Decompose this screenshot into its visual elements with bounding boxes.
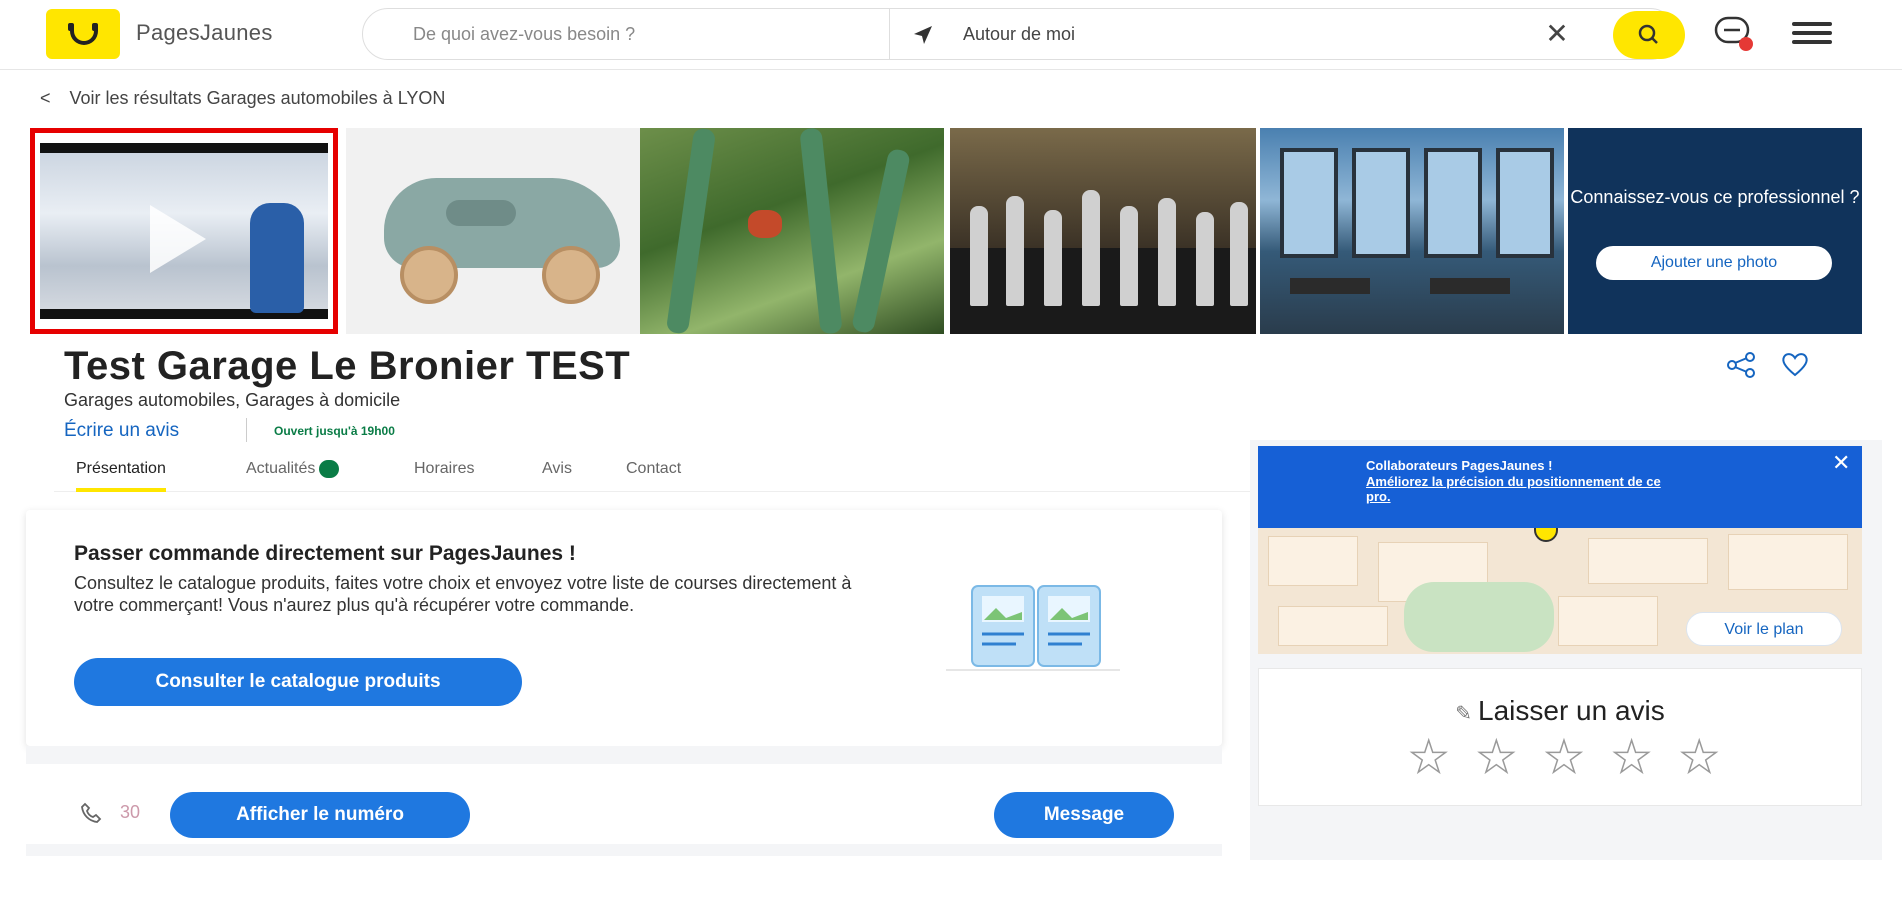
catalog-button[interactable]: Consulter le catalogue produits <box>74 658 522 706</box>
message-button[interactable]: Message <box>994 792 1174 838</box>
leave-review-label: Laisser un avis <box>1478 695 1665 726</box>
location-arrow-icon[interactable] <box>911 23 935 47</box>
news-badge-icon <box>319 460 340 478</box>
gallery-photo-fashion-show[interactable] <box>950 128 1256 334</box>
search-bar: De quoi avez-vous besoin ? Autour de moi… <box>362 8 1685 60</box>
pencil-icon: ✎ <box>1455 703 1472 725</box>
gallery-video-thumbnail[interactable] <box>30 128 338 334</box>
phone-number-partial: 30 <box>120 802 141 822</box>
brand-name[interactable]: PagesJaunes <box>136 20 273 46</box>
chat-icon[interactable] <box>1712 14 1756 54</box>
leave-review-title: ✎ Laisser un avis <box>1259 695 1861 727</box>
title-divider <box>246 418 247 442</box>
show-number-button[interactable]: Afficher le numéro <box>170 792 470 838</box>
map-correction-banner: Collaborateurs PagesJaunes ! Améliorez l… <box>1258 446 1862 528</box>
order-card-text: Consultez le catalogue produits, faites … <box>74 573 852 615</box>
clear-location-icon[interactable]: ✕ <box>1543 20 1571 49</box>
tab-actualites[interactable]: Actualités <box>246 460 340 492</box>
toy-car-window <box>446 200 516 226</box>
order-card-title: Passer commande directement sur PagesJau… <box>74 542 576 565</box>
phone-icon <box>81 802 102 823</box>
add-photo-tile: Connaissez-vous ce professionnel ? Ajout… <box>1568 128 1862 334</box>
star-icon[interactable]: ★ <box>1476 734 1517 782</box>
breadcrumb[interactable]: < Voir les résultats Garages automobiles… <box>40 88 445 109</box>
search-button[interactable] <box>1613 11 1685 59</box>
search-divider <box>889 9 890 59</box>
hamburger-menu-icon[interactable] <box>1792 22 1832 48</box>
opening-status: Ouvert jusqu'à 19h00 <box>274 424 395 438</box>
search-what-input[interactable]: De quoi avez-vous besoin ? <box>413 24 635 45</box>
write-review-link[interactable]: Écrire un avis <box>64 420 179 442</box>
business-name: Test Garage Le Bronier TEST <box>64 344 631 388</box>
gallery-photo-plants[interactable] <box>640 128 944 334</box>
top-header: PagesJaunes De quoi avez-vous besoin ? A… <box>0 0 1902 70</box>
search-where-input[interactable]: Autour de moi <box>963 24 1075 45</box>
banner-link[interactable]: Améliorez la précision du positionnement… <box>1366 474 1666 504</box>
see-map-button[interactable]: Voir le plan <box>1686 612 1842 646</box>
video-frame <box>40 143 328 319</box>
star-icon[interactable]: ★ <box>1611 734 1652 782</box>
share-icon[interactable] <box>1726 352 1756 378</box>
tab-actualites-label: Actualités <box>246 460 316 478</box>
banner-title: Collaborateurs PagesJaunes ! <box>1366 458 1553 473</box>
star-icon[interactable]: ★ <box>1679 734 1720 782</box>
breadcrumb-label[interactable]: Voir les résultats Garages automobiles à… <box>70 88 446 108</box>
business-categories: Garages automobiles, Garages à domicile <box>64 390 401 410</box>
map-park <box>1404 582 1554 652</box>
play-icon[interactable] <box>150 205 206 273</box>
heart-icon[interactable] <box>1780 350 1810 378</box>
red-pepper <box>748 210 782 238</box>
star-icon[interactable]: ★ <box>1543 734 1584 782</box>
video-person <box>250 203 304 313</box>
order-card: Passer commande directement sur PagesJau… <box>26 510 1222 746</box>
toy-car-wheel <box>400 246 458 304</box>
tab-contact[interactable]: Contact <box>626 460 681 492</box>
section-tabs: Présentation Actualités Horaires Avis Co… <box>54 450 1254 492</box>
star-icon[interactable]: ★ <box>1408 734 1449 782</box>
contact-card: 30 Afficher le numéro Message <box>26 764 1222 844</box>
location-map[interactable]: Collaborateurs PagesJaunes ! Améliorez l… <box>1258 446 1862 654</box>
pagesjaunes-logo[interactable] <box>46 9 120 59</box>
add-photo-prompt: Connaissez-vous ce professionnel ? <box>1570 187 1860 207</box>
star-rating: ★ ★ ★ ★ ★ <box>1408 734 1720 782</box>
tab-horaires[interactable]: Horaires <box>414 460 474 492</box>
logo-smile <box>70 27 98 45</box>
leave-review-card: ✎ Laisser un avis ★ ★ ★ ★ ★ <box>1258 668 1862 806</box>
photo-gallery: Connaissez-vous ce professionnel ? Ajout… <box>30 128 1862 334</box>
toy-car-wheel <box>542 246 600 304</box>
search-icon <box>1638 24 1658 44</box>
tab-presentation[interactable]: Présentation <box>76 460 166 492</box>
add-photo-button[interactable]: Ajouter une photo <box>1596 246 1832 280</box>
tab-avis[interactable]: Avis <box>542 460 572 492</box>
gallery-photo-interior[interactable] <box>1260 128 1564 334</box>
catalog-book-icon <box>946 585 1120 671</box>
chevron-left-icon: < <box>40 88 51 108</box>
gallery-photo-toy-car[interactable] <box>346 128 646 334</box>
close-icon[interactable]: ✕ <box>1832 450 1850 476</box>
